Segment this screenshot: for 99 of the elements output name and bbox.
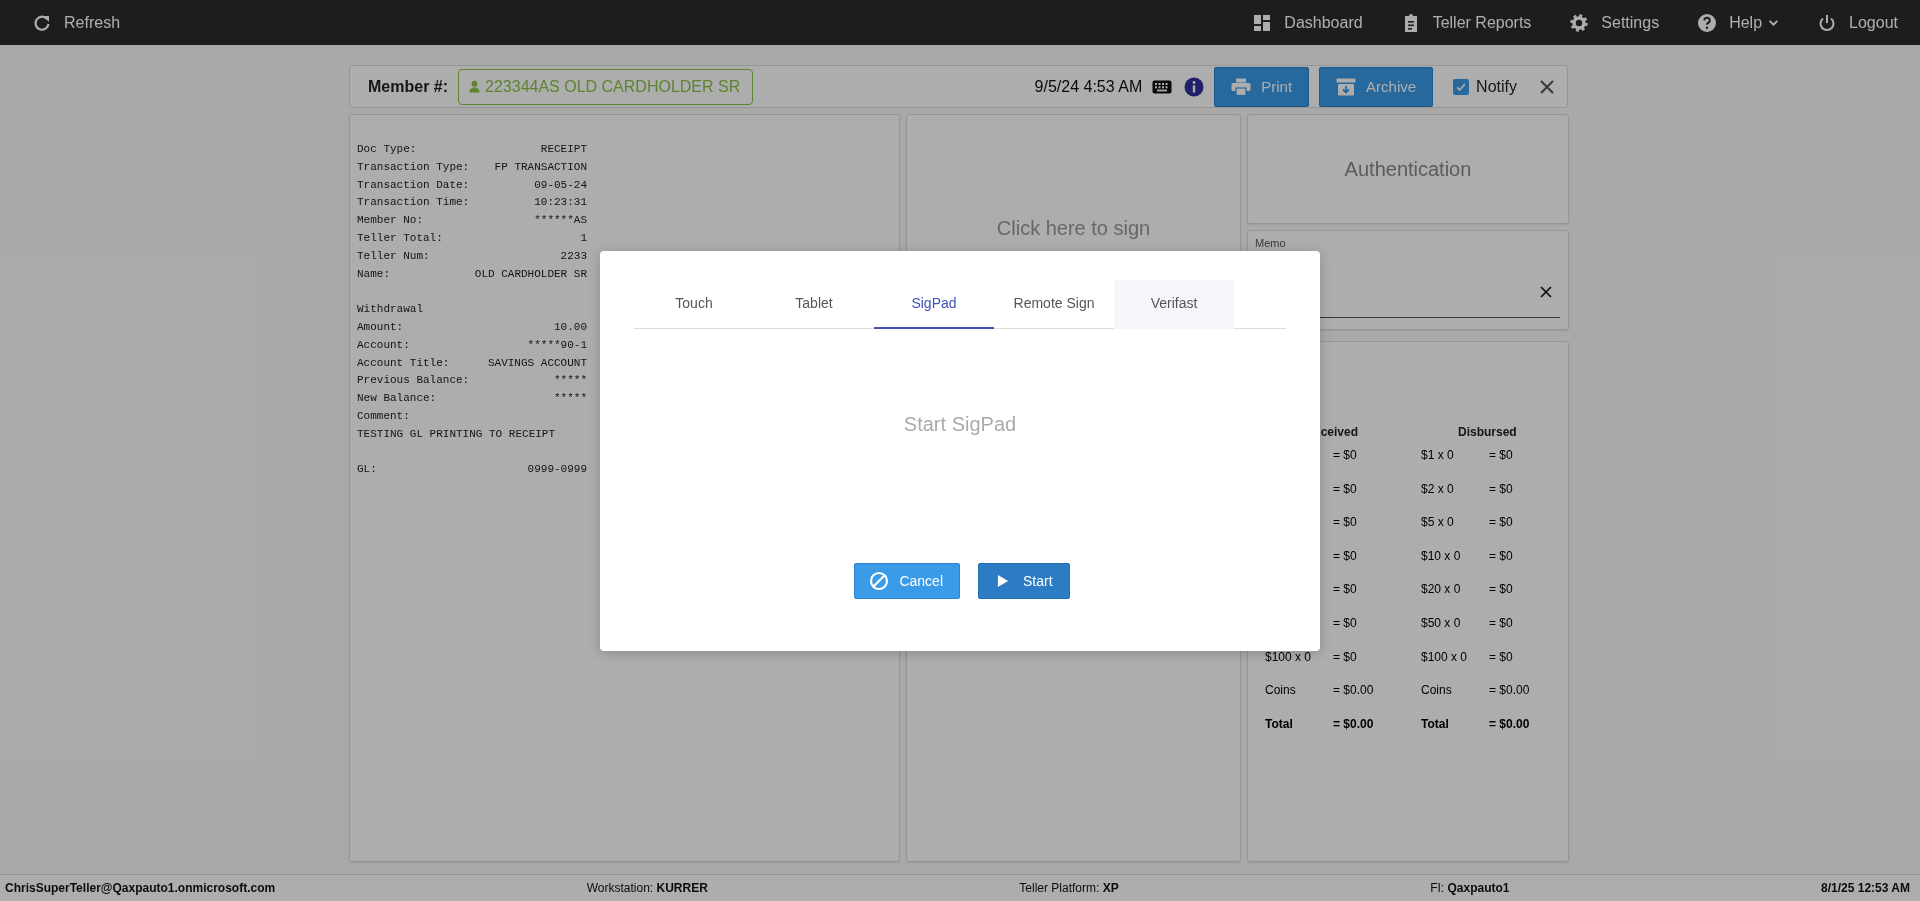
count-value: = $0 — [1333, 582, 1357, 597]
receipt-value: ***** — [554, 392, 587, 407]
receipt-value: 0999-0999 — [527, 463, 587, 478]
receipt-value: 1 — [580, 232, 587, 246]
receipt-text: Withdrawal — [357, 303, 423, 318]
column-heading: ceived — [1320, 425, 1358, 441]
count-label: Coins — [1421, 683, 1452, 698]
member-label: Member #: — [368, 77, 449, 96]
help-icon — [1697, 12, 1718, 33]
receipt-label: Transaction Type: — [357, 160, 470, 175]
count-value: = $0 — [1489, 649, 1513, 664]
receipt-label: Member No: — [357, 214, 423, 229]
fi-text: FI: Qaxpauto1 — [1430, 881, 1510, 895]
receipt-value: 2233 — [560, 249, 587, 264]
receipt-value: ***** — [554, 374, 587, 389]
count-label: $5 x 0 — [1421, 515, 1454, 530]
authentication-label: Authentication — [1344, 157, 1472, 181]
count-value: = $0 — [1333, 649, 1357, 664]
receipt-value: SAVINGS ACCOUNT — [487, 356, 587, 371]
user-icon — [469, 80, 481, 93]
count-label: $10 x 0 — [1421, 548, 1461, 563]
receipt-value: 10.00 — [554, 320, 587, 335]
printer-icon — [1231, 77, 1252, 96]
receipt-value: 09-05-24 — [534, 178, 587, 193]
count-value: = $0 — [1489, 582, 1513, 597]
receipt-label: Amount: — [357, 320, 404, 335]
signature-tab[interactable]: Verifast — [1114, 279, 1234, 329]
signature-tab[interactable]: SigPad — [874, 279, 994, 329]
nav-button[interactable]: Help — [1697, 12, 1780, 33]
dialog-message: Start SigPad — [902, 412, 1018, 436]
receipt-label: Transaction Date: — [357, 178, 470, 193]
count-label: Total — [1265, 716, 1293, 731]
count-label: $20 x 0 — [1421, 582, 1461, 597]
receipt-label: Account: — [357, 338, 410, 353]
count-value: = $0 — [1489, 615, 1513, 630]
count-value: = $0 — [1333, 515, 1357, 530]
count-label: Total — [1421, 716, 1449, 731]
count-value: = $0 — [1489, 515, 1513, 530]
nav-button[interactable]: Logout — [1817, 12, 1898, 33]
settings-icon — [1569, 12, 1590, 33]
receipt-label: Transaction Time: — [357, 196, 470, 211]
receipt-label: Previous Balance: — [357, 374, 470, 389]
receipt-value: OLD CARDHOLDER SR — [474, 267, 587, 282]
count-value: = $0.00 — [1489, 716, 1530, 731]
user-email: ChrisSuperTeller@Qaxpauto1.onmicrosoft.com — [5, 881, 276, 895]
signature-tab[interactable]: Remote Sign — [994, 279, 1114, 329]
count-label: Coins — [1265, 683, 1296, 698]
keyboard-icon[interactable] — [1152, 79, 1173, 94]
close-icon[interactable] — [1539, 78, 1555, 95]
count-label: $2 x 0 — [1421, 481, 1454, 496]
count-value: = $0 — [1333, 615, 1357, 630]
platform-text: Teller Platform: XP — [1019, 881, 1119, 895]
count-value: = $0 — [1489, 481, 1513, 496]
signature-tab[interactable]: Touch — [634, 279, 754, 329]
count-label: $50 x 0 — [1421, 615, 1461, 630]
receipt-value: ******AS — [534, 214, 587, 229]
status-date-time: 8/1/25 12:53 AM — [1821, 881, 1910, 895]
receipt-label: Teller Num: — [357, 249, 430, 264]
receipt-label: Doc Type: — [357, 143, 417, 157]
workstation-text: Workstation: KURRER — [586, 881, 708, 895]
receipt-value: *****90-1 — [527, 338, 587, 353]
count-value: = $0.00 — [1489, 683, 1530, 698]
count-label: $100 x 0 — [1265, 649, 1312, 664]
count-value: = $0 — [1489, 548, 1513, 563]
count-value: = $0.00 — [1333, 683, 1374, 698]
ban-icon — [869, 570, 890, 591]
receipt-label: GL: — [357, 463, 377, 478]
receipt-label: Name: — [357, 267, 390, 282]
nav-button[interactable]: Settings — [1569, 12, 1660, 33]
receipt-label: Teller Total: — [357, 232, 443, 246]
receipt-value: 10:23:31 — [534, 196, 587, 211]
notify-checkbox[interactable]: Notify — [1453, 77, 1517, 96]
info-icon[interactable] — [1184, 76, 1205, 97]
nav-button[interactable]: Teller Reports — [1400, 12, 1532, 33]
count-label: $1 x 0 — [1421, 448, 1454, 462]
column-heading: Disbursed — [1458, 425, 1517, 441]
count-value: = $0 — [1333, 448, 1357, 462]
receipt-text: Comment: — [357, 409, 410, 424]
receipt-value: RECEIPT — [540, 143, 587, 157]
receipt-text: TESTING GL PRINTING TO RECEIPT — [357, 427, 556, 442]
receipt-value: FP TRANSACTION — [494, 160, 587, 175]
signature-tab[interactable]: Tablet — [754, 279, 874, 329]
refresh-button[interactable]: Refresh — [32, 12, 121, 33]
count-label: $100 x 0 — [1421, 649, 1468, 664]
count-value: = $0 — [1333, 481, 1357, 496]
count-value: = $0.00 — [1333, 716, 1374, 731]
clear-icon[interactable] — [1540, 286, 1552, 298]
archive-icon — [1336, 77, 1357, 96]
date-time: 9/5/24 4:53 AM — [1034, 77, 1143, 96]
count-value: = $0 — [1333, 548, 1357, 563]
play-icon — [997, 573, 1009, 588]
count-value: = $0 — [1489, 448, 1513, 462]
receipt-label: Account Title: — [357, 356, 450, 371]
dashboard-icon — [1252, 12, 1273, 33]
receipt-label: New Balance: — [357, 392, 437, 407]
nav-button[interactable]: Dashboard — [1252, 12, 1363, 33]
start-button[interactable]: Start — [978, 562, 1070, 599]
checkbox[interactable] — [1453, 78, 1470, 95]
signature-prompt: Click here to sign — [996, 217, 1151, 241]
